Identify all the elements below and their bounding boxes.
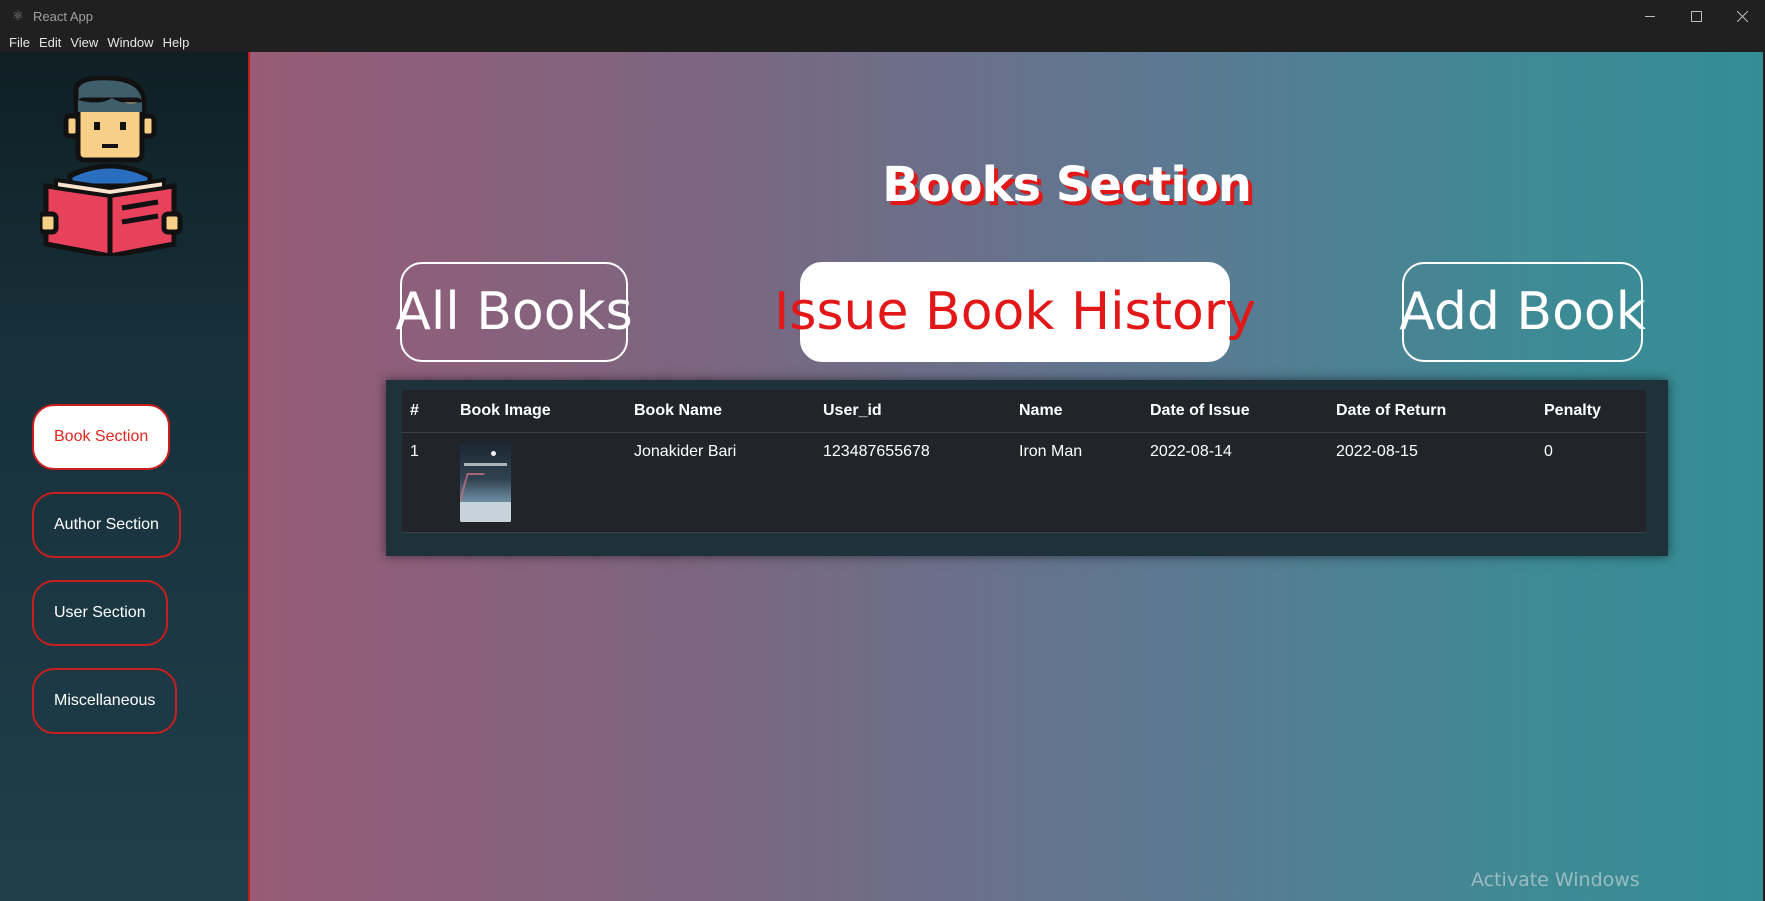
cell-book-name: Jonakider Bari (626, 432, 815, 533)
nav-label: Book Section (54, 428, 149, 445)
minimize-button[interactable] (1627, 0, 1673, 32)
react-app-icon: ⚛ (12, 8, 24, 23)
cell-penalty: 0 (1536, 432, 1646, 533)
cell-date-of-issue: 2022-08-14 (1142, 432, 1328, 533)
main-panel: Books Section All Books Issue Book Histo… (250, 52, 1763, 901)
page-title: Books Section (882, 157, 1252, 213)
column-header-penalty: Penalty (1536, 390, 1646, 433)
cell-name: Iron Man (1011, 432, 1142, 533)
menu-file[interactable]: File (0, 35, 30, 50)
column-header-index: # (402, 390, 452, 433)
cell-book-image (452, 432, 626, 533)
nav-user-section[interactable]: User Section (32, 580, 168, 646)
maximize-button[interactable] (1673, 0, 1719, 32)
nav-label: Author Section (54, 516, 159, 533)
app-content: Book Section Author Section User Section… (0, 52, 1765, 901)
tab-add-book[interactable]: Add Book (1399, 262, 1646, 362)
reading-person-icon (40, 76, 183, 256)
maximize-icon (1690, 10, 1702, 22)
column-header-user-id: User_id (815, 390, 1011, 433)
menu-help[interactable]: Help (154, 35, 190, 50)
cell-user-id: 123487655678 (815, 432, 1011, 533)
tab-issue-book-history[interactable]: Issue Book History (774, 262, 1256, 362)
cell-date-of-return: 2022-08-15 (1328, 432, 1536, 533)
nav-book-section[interactable]: Book Section (32, 404, 171, 470)
table-row: 1 Jonakider Bari 123487655678 Iron Man 2… (402, 432, 1646, 533)
column-header-name: Name (1011, 390, 1142, 433)
menu-edit[interactable]: Edit (30, 35, 61, 50)
nav-miscellaneous[interactable]: Miscellaneous (32, 668, 178, 734)
minimize-icon (1644, 15, 1655, 17)
close-icon (1736, 10, 1748, 22)
title-bar[interactable]: ⚛ React App (0, 0, 1765, 32)
issue-history-table: # Book Image Book Name User_id Name Date… (402, 390, 1646, 533)
menu-window[interactable]: Window (98, 35, 153, 50)
menu-view[interactable]: View (61, 35, 98, 50)
column-header-date-of-issue: Date of Issue (1142, 390, 1328, 433)
sidebar: Book Section Author Section User Section… (0, 52, 250, 901)
book-cover-image (460, 442, 511, 522)
cell-index: 1 (402, 432, 452, 533)
nav-author-section[interactable]: Author Section (32, 492, 181, 558)
tab-all-books[interactable]: All Books (395, 262, 633, 362)
column-header-book-name: Book Name (626, 390, 815, 433)
table-header-row: # Book Image Book Name User_id Name Date… (402, 390, 1646, 433)
close-button[interactable] (1719, 0, 1765, 32)
app-window: ⚛ React App File Edit View Window Help B… (0, 0, 1765, 901)
issue-history-card: # Book Image Book Name User_id Name Date… (386, 380, 1668, 556)
nav-label: Miscellaneous (54, 692, 156, 709)
activate-windows-watermark: Activate Windows (1471, 869, 1640, 891)
menu-bar: File Edit View Window Help (0, 32, 1765, 52)
column-header-book-image: Book Image (452, 390, 626, 433)
nav-label: User Section (54, 604, 146, 621)
column-header-date-of-return: Date of Return (1328, 390, 1536, 433)
window-controls (1627, 0, 1765, 32)
window-title: React App (33, 8, 93, 24)
